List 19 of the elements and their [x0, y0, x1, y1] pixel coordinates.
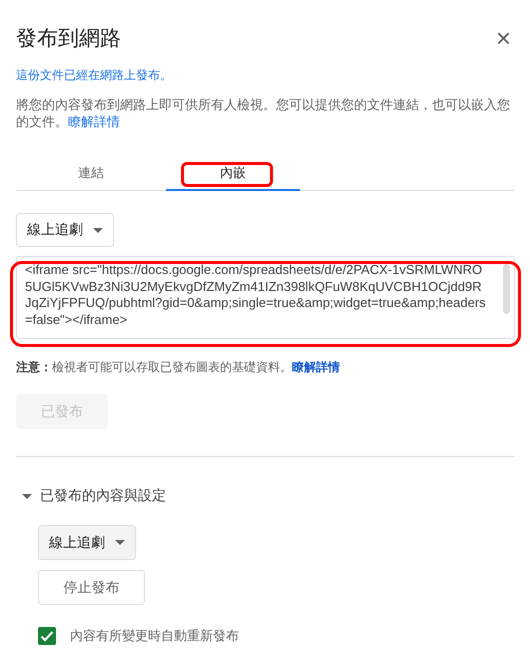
status-text: 這份文件已經在網路上發布。 [16, 67, 173, 84]
scrollbar [503, 264, 510, 314]
sheet-dropdown[interactable]: 線上追劇 [38, 525, 136, 560]
description-text: 將您的內容發布到網路上即可供所有人檢視。您可以提供您的文件連結，也可以嵌入您的文件。瞭解詳情 [16, 96, 511, 130]
checkbox[interactable] [38, 627, 56, 645]
close-button[interactable]: × [492, 25, 515, 51]
embed-code-field[interactable]: <iframe src="https://docs.google.com/spreadsheets/d/e/2PACX-1vSRMLWNRO5UGl5KVwBz3Ni3U2MyEkvgDfZMyZm41IZn398lkQFuW8KqUVCBH1OCjdd9RJqZiYjFPFUQ/pubhtml?gid=0&amp;single=true&amp;widget=true&amp;headers=false"></iframe> [16, 256, 515, 339]
caret-icon [115, 540, 125, 545]
learn-more-link[interactable]: 瞭解詳情 [68, 114, 120, 129]
tab[interactable]: 連結 [16, 158, 166, 191]
sheet-dropdown[interactable]: 線上追劇 [16, 213, 114, 247]
stop-publishing-button[interactable]: 停止發布 [38, 570, 145, 605]
section-toggle[interactable]: 已發布的內容與設定 [16, 487, 166, 505]
tab[interactable]: 內嵌 [166, 158, 300, 191]
note-text: 注意：檢視者可能可以存取已發布圖表的基礎資料。瞭解詳情 [16, 359, 341, 376]
caret-icon [93, 228, 103, 232]
learn-more-link[interactable]: 瞭解詳情 [292, 360, 340, 374]
dialog-title: 發布到網路 [16, 26, 121, 52]
checkbox-label: 內容有所變更時自動重新發布 [70, 627, 239, 645]
